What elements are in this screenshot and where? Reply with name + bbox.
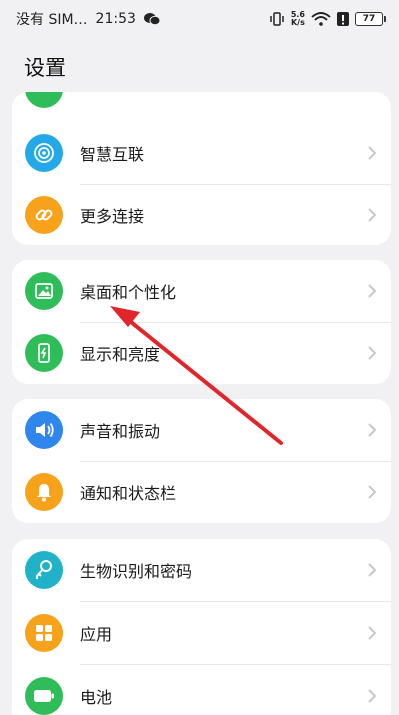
alert-icon [337, 12, 349, 26]
chevron-right-icon [368, 146, 377, 160]
settings-item-label: 电池 [80, 688, 113, 707]
settings-item-more-connections[interactable]: 更多连接 [12, 184, 391, 245]
settings-item-desktop-personalization[interactable]: 桌面和个性化 [12, 260, 391, 322]
clock: 21:53 [95, 11, 136, 27]
picture-icon [25, 272, 63, 310]
carrier-text: 没有 SIM… [16, 12, 88, 28]
page-title: 设置 [24, 56, 66, 80]
network-speed: 5.6 K/s [290, 10, 305, 27]
settings-item-battery[interactable]: 电池 [12, 665, 391, 715]
battery-icon [25, 677, 63, 715]
settings-item-label: 通知和状态栏 [80, 484, 177, 503]
chevron-right-icon [368, 284, 377, 298]
apps-grid-icon [25, 614, 63, 652]
settings-item-notifications-statusbar[interactable]: 通知和状态栏 [12, 461, 391, 523]
chevron-right-icon [368, 208, 377, 222]
settings-item-apps[interactable]: 应用 [12, 602, 391, 664]
settings-card-display: 桌面和个性化 显示和亮度 [12, 260, 391, 384]
chevron-right-icon [368, 485, 377, 499]
settings-item-biometrics-password[interactable]: 生物识别和密码 [12, 539, 391, 601]
settings-card-security-apps: 生物识别和密码 应用 电池 [12, 539, 391, 715]
chevron-right-icon [368, 563, 377, 577]
settings-item-label: 生物识别和密码 [80, 562, 193, 581]
brightness-icon [25, 334, 63, 372]
chevron-right-icon [368, 626, 377, 640]
chevron-right-icon [368, 346, 377, 360]
settings-card-sound: 声音和振动 通知和状态栏 [12, 399, 391, 523]
chevron-right-icon [368, 689, 377, 703]
settings-item-sound-vibration[interactable]: 声音和振动 [12, 399, 391, 461]
settings-item-display-brightness[interactable]: 显示和亮度 [12, 322, 391, 384]
settings-item-label: 智慧互联 [80, 145, 145, 164]
vibrate-icon [269, 12, 285, 26]
settings-item-label: 桌面和个性化 [80, 283, 177, 302]
key-icon [25, 551, 63, 589]
settings-item-label: 应用 [80, 625, 113, 644]
battery-indicator: 77 [355, 12, 386, 26]
settings-item-label: 显示和亮度 [80, 345, 161, 364]
settings-card-connections: 智慧互联 更多连接 [12, 92, 391, 245]
status-bar: 没有 SIM… 21:53 5.6 K/s 77 [0, 0, 399, 38]
volume-icon [25, 411, 63, 449]
chevron-right-icon [368, 423, 377, 437]
multi-device-icon [25, 134, 63, 172]
wifi-icon [311, 12, 331, 26]
settings-item-label: 更多连接 [80, 207, 145, 226]
settings-item-smart-connect[interactable]: 智慧互联 [12, 122, 391, 184]
link-icon [25, 196, 63, 234]
wechat-icon [143, 12, 160, 26]
partial-item-icon [25, 92, 63, 108]
bell-icon [25, 473, 63, 511]
settings-item-label: 声音和振动 [80, 422, 161, 441]
